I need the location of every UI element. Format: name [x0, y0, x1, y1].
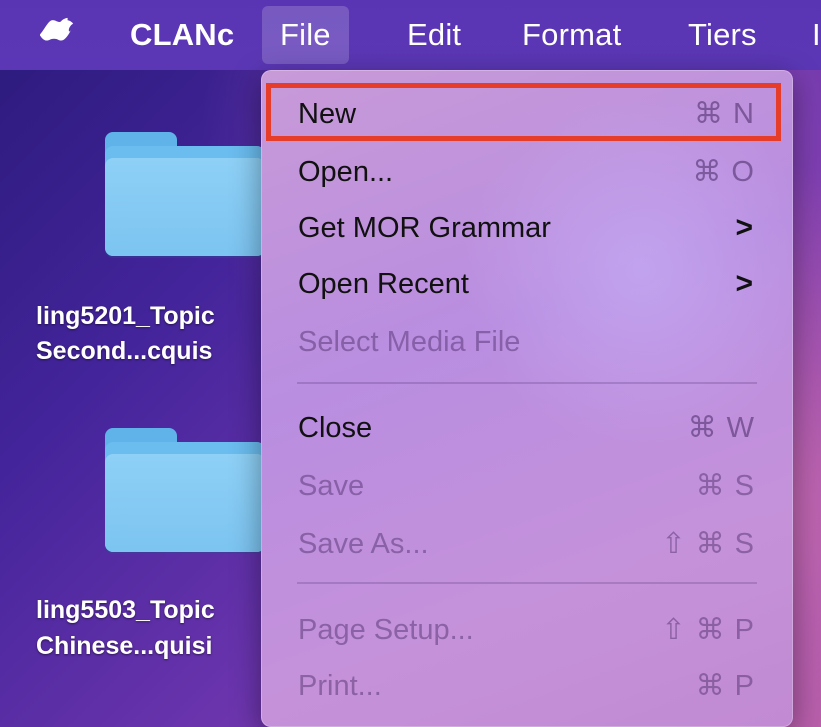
apple-logo-icon[interactable] — [40, 16, 78, 54]
folder-label-line1[interactable]: ling5201_Topic — [36, 300, 215, 332]
folder-icon[interactable] — [105, 428, 265, 553]
menu-format[interactable]: Format — [522, 0, 621, 70]
menu-separator — [297, 582, 757, 584]
folder-front — [105, 158, 265, 256]
menu-separator — [297, 382, 757, 384]
menu-item-label: Open... — [298, 156, 394, 188]
menu-item-shortcut: ⌘ S — [695, 470, 755, 502]
menu-item-select-media-file: Select Media File — [261, 314, 793, 370]
menu-item-label: Save — [298, 470, 365, 502]
folder-label-line1[interactable]: ling5503_Topic — [36, 594, 215, 626]
highlight-box — [266, 83, 781, 141]
menu-item-label: Select Media File — [298, 326, 521, 358]
menu-item-label: Print... — [298, 670, 382, 702]
menu-item-save-as: Save As... ⇧ ⌘ S — [261, 516, 793, 572]
menu-item-label: Get MOR Grammar — [298, 212, 551, 244]
menu-item-label: Open Recent — [298, 268, 469, 300]
chevron-right-icon: > — [735, 267, 753, 300]
menu-file[interactable]: File — [262, 6, 349, 64]
menu-item-close[interactable]: Close ⌘ W — [261, 400, 793, 456]
folder-icon[interactable] — [105, 132, 265, 257]
chevron-right-icon: > — [735, 211, 753, 244]
menu-item-open-recent[interactable]: Open Recent > — [261, 256, 793, 312]
menu-item-open[interactable]: Open... ⌘ O — [261, 144, 793, 200]
menu-item-label: Save As... — [298, 528, 429, 560]
menu-edit[interactable]: Edit — [407, 0, 461, 70]
menu-tiers[interactable]: Tiers — [688, 0, 757, 70]
menu-item-shortcut: ⇧ ⌘ S — [661, 528, 755, 560]
menu-item-print: Print... ⌘ P — [261, 658, 793, 714]
menu-item-label: Close — [298, 412, 373, 444]
menu-overflow[interactable]: I — [812, 0, 821, 70]
menu-item-shortcut: ⇧ ⌘ P — [661, 614, 755, 646]
menu-bar: CLANc File Edit Format Tiers I — [0, 0, 821, 70]
file-menu: New ⌘ N Open... ⌘ O Get MOR Grammar > Op… — [261, 70, 793, 727]
menu-item-shortcut: ⌘ O — [692, 156, 755, 188]
menu-item-save: Save ⌘ S — [261, 458, 793, 514]
menu-app-name[interactable]: CLANc — [130, 0, 234, 70]
menu-item-label: Page Setup... — [298, 614, 474, 646]
folder-label-line2[interactable]: Chinese...quisi — [36, 630, 212, 662]
folder-front — [105, 454, 265, 552]
menu-item-page-setup: Page Setup... ⇧ ⌘ P — [261, 602, 793, 658]
folder-label-line2[interactable]: Second...cquis — [36, 335, 212, 367]
menu-item-shortcut: ⌘ P — [695, 670, 755, 702]
menu-item-shortcut: ⌘ W — [687, 412, 755, 444]
menu-item-get-mor-grammar[interactable]: Get MOR Grammar > — [261, 200, 793, 256]
